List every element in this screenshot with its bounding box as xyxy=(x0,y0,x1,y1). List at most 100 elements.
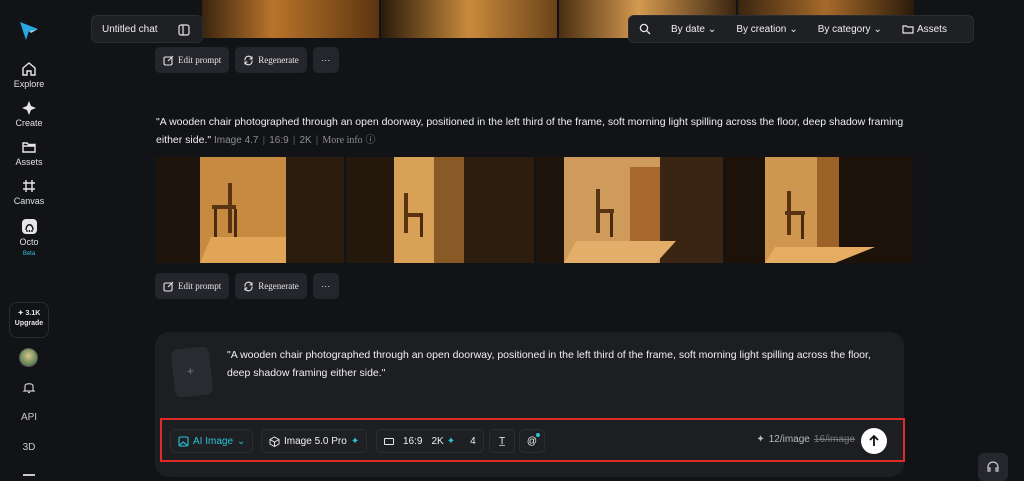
info-icon: ⓘ xyxy=(362,135,376,146)
nav-octo[interactable]: Octo Beta xyxy=(0,218,58,257)
headset-icon xyxy=(987,461,999,472)
add-reference-button[interactable]: + xyxy=(170,346,214,398)
edit-icon xyxy=(163,281,174,292)
nav-canvas-label: Canvas xyxy=(13,196,45,206)
edit-icon xyxy=(163,55,174,66)
chevron-down-icon: ⌄ xyxy=(789,23,798,35)
generated-image-1[interactable] xyxy=(156,157,344,263)
avatar[interactable] xyxy=(19,348,38,367)
resolution-meta: 2K xyxy=(299,135,312,146)
edit-prompt-label: Edit prompt xyxy=(178,281,222,291)
mention-button[interactable]: @ xyxy=(519,429,545,453)
cube-icon xyxy=(269,435,280,447)
nav-create[interactable]: Create xyxy=(0,100,58,128)
chat-title-bar: Untitled chat xyxy=(91,15,203,43)
plus-icon: + xyxy=(186,363,195,379)
arrow-up-icon xyxy=(869,435,879,446)
chevron-down-icon: ⌄ xyxy=(873,23,882,35)
upgrade-label: Upgrade xyxy=(14,320,44,327)
panel-toggle-icon[interactable] xyxy=(178,24,190,36)
chat-title[interactable]: Untitled chat xyxy=(102,24,158,35)
text-style-button[interactable]: T̲ xyxy=(489,429,515,453)
more-options-button[interactable]: ··· xyxy=(312,273,339,299)
cost-indicator: ✦ 12/image 16/image xyxy=(756,434,855,445)
mode-label: AI Image xyxy=(193,435,234,447)
old-cost-label: 16/image xyxy=(813,434,855,445)
text-icon: T̲ xyxy=(498,435,506,447)
more-options-button[interactable]: ··· xyxy=(312,47,339,73)
refresh-icon xyxy=(244,281,253,291)
edit-prompt-button[interactable]: Edit prompt xyxy=(155,273,230,299)
home-icon xyxy=(22,62,36,76)
send-button[interactable] xyxy=(861,428,887,454)
octo-icon xyxy=(21,219,37,234)
cost-label: 12/image xyxy=(768,434,810,445)
support-button[interactable] xyxy=(978,453,1008,481)
action-row-current: Edit prompt Regenerate ··· xyxy=(155,273,339,299)
filter-date[interactable]: By date ⌄ xyxy=(661,24,726,35)
cost-sparkle-icon: ✦ xyxy=(756,434,765,445)
nav-assets-label: Assets xyxy=(15,157,43,167)
edit-prompt-label: Edit prompt xyxy=(178,55,222,65)
more-icon: ··· xyxy=(321,281,331,291)
settings-group[interactable]: 16:9 2K ✦ 4 xyxy=(376,429,484,453)
credit-sparkle-icon: ✦ xyxy=(17,310,24,317)
regenerate-label: Regenerate xyxy=(258,55,299,65)
more-menu-icon[interactable] xyxy=(23,474,35,476)
filter-category-label: By category xyxy=(817,23,871,35)
generated-image-2[interactable] xyxy=(345,157,534,263)
nav-octo-label: Octo xyxy=(19,237,39,247)
notification-dot xyxy=(536,433,540,437)
search-icon xyxy=(639,23,651,35)
nav-explore-label: Explore xyxy=(13,79,45,89)
regenerate-button[interactable]: Regenerate xyxy=(235,273,307,299)
nav-explore[interactable]: Explore xyxy=(0,61,58,89)
filter-creation-label: By creation xyxy=(736,23,787,35)
generated-image-3[interactable] xyxy=(535,157,724,263)
previous-image-1[interactable] xyxy=(202,0,379,38)
sparkle-icon: ✦ xyxy=(350,435,360,447)
more-info-link[interactable]: More info xyxy=(322,135,362,146)
image-gallery xyxy=(156,157,913,263)
meta-separator: | xyxy=(262,134,266,146)
chevron-down-icon: ⌄ xyxy=(237,435,246,447)
model-meta: Image 4.7 xyxy=(214,135,259,146)
ratio-icon xyxy=(384,437,394,445)
filter-category[interactable]: By category ⌄ xyxy=(808,24,892,35)
logo-icon[interactable] xyxy=(18,20,40,42)
regenerate-button[interactable]: Regenerate xyxy=(235,47,307,73)
filter-bar: By date ⌄ By creation ⌄ By category ⌄ Asset… xyxy=(628,15,974,43)
filter-date-label: By date xyxy=(671,23,705,35)
beta-badge: Beta xyxy=(22,251,36,257)
api-link[interactable]: API xyxy=(0,412,58,423)
generation-prompt: "A wooden chair photographed through an … xyxy=(156,113,916,150)
regenerate-label: Regenerate xyxy=(258,281,299,291)
nav-assets[interactable]: Assets xyxy=(0,139,58,167)
composer-toolbar: AI Image ⌄ Image 5.0 Pro ✦ 16:9 2K ✦ 4 T̲ @… xyxy=(160,418,905,462)
previous-image-2[interactable] xyxy=(380,0,557,38)
more-icon: ··· xyxy=(321,55,331,65)
upgrade-button[interactable]: ✦ 3.1K Upgrade xyxy=(9,302,49,338)
sidebar: Explore Create Assets Canvas Octo Beta ✦… xyxy=(0,0,58,481)
canvas-icon xyxy=(23,180,35,192)
ratio-meta: 16:9 xyxy=(269,135,289,146)
model-select[interactable]: Image 5.0 Pro ✦ xyxy=(261,429,368,453)
mode-select[interactable]: AI Image ⌄ xyxy=(170,429,254,453)
resolution-label: 2K xyxy=(431,435,444,447)
nav-canvas[interactable]: Canvas xyxy=(0,178,58,206)
folder-icon xyxy=(22,142,36,153)
search-button[interactable] xyxy=(629,23,661,35)
filter-creation[interactable]: By creation ⌄ xyxy=(726,24,807,35)
edit-prompt-button[interactable]: Edit prompt xyxy=(155,47,230,73)
chevron-down-icon: ⌄ xyxy=(707,23,717,35)
refresh-icon xyxy=(244,55,253,65)
bell-icon[interactable] xyxy=(22,380,36,394)
action-row-previous: Edit prompt Regenerate ··· xyxy=(155,47,339,73)
assets-label: Assets xyxy=(916,23,947,35)
meta-separator: | xyxy=(315,134,319,146)
assets-button[interactable]: Assets xyxy=(892,23,957,35)
at-icon: @ xyxy=(526,435,538,447)
composer-input[interactable]: "A wooden chair photographed through an … xyxy=(227,346,887,382)
generated-image-4[interactable] xyxy=(725,157,913,263)
3d-link[interactable]: 3D xyxy=(0,442,58,453)
